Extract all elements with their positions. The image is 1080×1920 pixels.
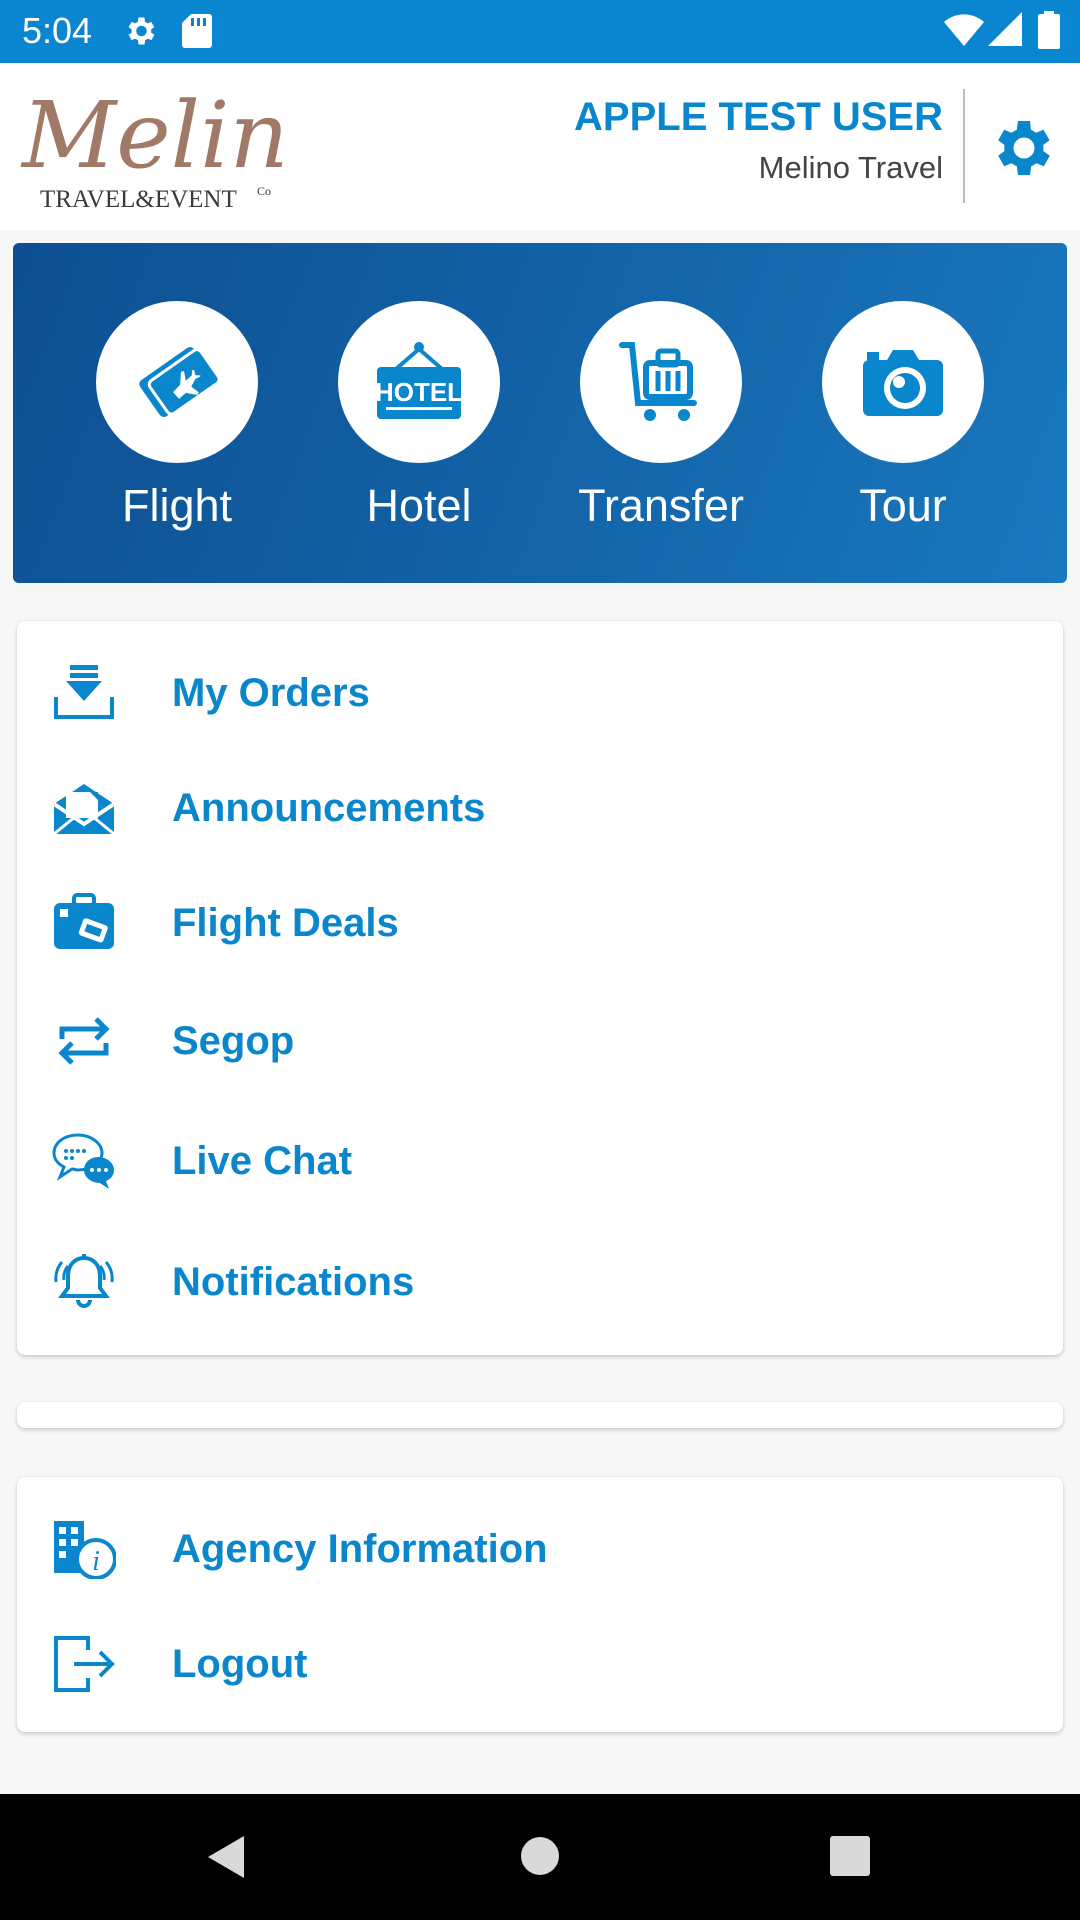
svg-text:Melino: Melino bbox=[20, 82, 284, 189]
main-menu-card: My Orders Announcements Flight Deals Seg… bbox=[17, 621, 1063, 1355]
repeat-arrows-icon bbox=[58, 1017, 110, 1065]
svg-text:Co: Co bbox=[257, 184, 271, 198]
service-hotel-label: Hotel bbox=[366, 480, 472, 531]
service-flight[interactable]: Flight bbox=[77, 301, 277, 551]
service-transfer-circle[interactable] bbox=[580, 301, 742, 463]
secondary-menu-card: i Agency Information Logout bbox=[17, 1477, 1063, 1732]
menu-label-live-chat: Live Chat bbox=[172, 1139, 353, 1183]
service-hotel-circle[interactable]: HOTEL bbox=[338, 301, 500, 463]
melino-logo: Melino TRAVEL&EVENT Co bbox=[20, 82, 284, 213]
user-name: APPLE TEST USER bbox=[574, 95, 943, 139]
hotel-sign-icon: HOTEL bbox=[375, 342, 463, 419]
services-panel: Flight HOTEL Hotel Transfer Tour bbox=[13, 243, 1067, 583]
svg-text:HOTEL: HOTEL bbox=[375, 377, 463, 407]
back-button[interactable] bbox=[204, 1834, 248, 1880]
plane-ticket-icon bbox=[139, 347, 221, 417]
logout-icon bbox=[54, 1636, 115, 1692]
camera-icon bbox=[863, 350, 943, 416]
settings-gear-button[interactable] bbox=[985, 112, 1057, 184]
header-divider bbox=[963, 89, 965, 203]
envelope-open-icon bbox=[52, 784, 116, 836]
menu-item-my-orders[interactable]: My Orders bbox=[17, 643, 1063, 743]
svg-text:i: i bbox=[92, 1546, 100, 1577]
signal-icon bbox=[988, 12, 1022, 46]
menu-label-announcements: Announcements bbox=[172, 786, 486, 830]
service-transfer-label: Transfer bbox=[578, 480, 744, 531]
status-time: 5:04 bbox=[22, 10, 93, 51]
settings-icon bbox=[128, 17, 155, 45]
status-bar: 5:04 bbox=[0, 0, 1080, 63]
menu-item-logout[interactable]: Logout bbox=[17, 1614, 1063, 1714]
menu-item-announcements[interactable]: Announcements bbox=[17, 758, 1063, 858]
menu-label-notifications: Notifications bbox=[172, 1260, 415, 1304]
menu-label-agency-information: Agency Information bbox=[172, 1527, 548, 1571]
menu-label-logout: Logout bbox=[172, 1642, 308, 1686]
building-info-icon: i bbox=[54, 1521, 116, 1579]
service-tour-circle[interactable] bbox=[822, 301, 984, 463]
agency-name: Melino Travel bbox=[758, 150, 943, 185]
menu-item-live-chat[interactable]: Live Chat bbox=[17, 1111, 1063, 1211]
recents-button[interactable] bbox=[830, 1836, 870, 1876]
menu-label-flight-deals: Flight Deals bbox=[172, 901, 399, 945]
service-transfer[interactable]: Transfer bbox=[561, 301, 761, 551]
suitcase-tag-icon bbox=[54, 893, 114, 949]
menu-item-flight-deals[interactable]: Flight Deals bbox=[17, 873, 1063, 973]
menu-label-segop: Segop bbox=[172, 1019, 295, 1063]
service-tour-label: Tour bbox=[859, 480, 947, 531]
luggage-cart-icon bbox=[619, 342, 697, 421]
menu-label-my-orders: My Orders bbox=[172, 671, 370, 715]
svg-text:TRAVEL&EVENT: TRAVEL&EVENT bbox=[40, 186, 237, 213]
menu-item-segop[interactable]: Segop bbox=[17, 991, 1063, 1091]
service-flight-label: Flight bbox=[121, 480, 233, 531]
download-tray-icon bbox=[54, 665, 114, 719]
system-nav-bar bbox=[0, 1794, 1080, 1920]
service-tour[interactable]: Tour bbox=[803, 301, 1003, 551]
menu-item-notifications[interactable]: Notifications bbox=[17, 1232, 1063, 1332]
empty-card bbox=[17, 1402, 1063, 1428]
battery-icon bbox=[1038, 11, 1060, 49]
wifi-icon bbox=[944, 14, 984, 46]
ringing-bell-icon bbox=[54, 1254, 114, 1308]
sd-card-icon bbox=[182, 14, 212, 48]
app-header: Melino TRAVEL&EVENT Co APPLE TEST USER M… bbox=[0, 63, 1080, 230]
service-hotel[interactable]: HOTEL Hotel bbox=[319, 301, 519, 551]
home-button[interactable] bbox=[520, 1836, 560, 1876]
service-flight-circle[interactable] bbox=[96, 301, 258, 463]
menu-item-agency-information[interactable]: i Agency Information bbox=[17, 1499, 1063, 1599]
chat-bubbles-icon bbox=[52, 1133, 114, 1189]
